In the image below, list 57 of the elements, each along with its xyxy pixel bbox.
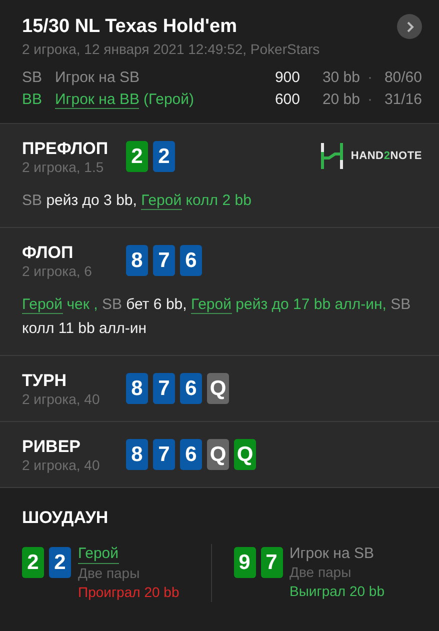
player-stats: 31/16 (383, 90, 422, 110)
separator-dot: · (366, 68, 374, 88)
stack-value: 900 (274, 68, 300, 88)
chevron-right-icon (406, 20, 414, 32)
player-link[interactable]: Герой (190, 296, 232, 314)
street-name: ФЛОП (22, 243, 74, 263)
hand-title: 15/30 NL Texas Hold'em (22, 16, 238, 38)
playing-card: 7 (153, 245, 175, 276)
player-name: Игрок на SB (290, 544, 374, 563)
separator-dot: · (366, 90, 374, 110)
action-line: Герой чек , SB бет 6 bb, Герой рейз до 17 bb алл-ин, SB колл 11 bb алл-ин (22, 295, 412, 339)
h-logo-icon (320, 143, 343, 169)
playing-card: 2 (153, 141, 175, 172)
playing-card: 7 (153, 373, 175, 404)
showdown-title: ШОУДАУН (22, 508, 110, 528)
playing-card: Q (207, 439, 229, 470)
logo-text: HAND2NOTE (350, 150, 422, 162)
hand-rank: Две пары (290, 563, 352, 582)
playing-card: 8 (126, 245, 148, 276)
next-button[interactable] (397, 14, 422, 39)
playing-card: 2 (49, 547, 71, 578)
player-link[interactable]: Герой (141, 192, 182, 210)
hand-rank: Две пары (78, 564, 140, 583)
player-stats: 80/60 (383, 68, 422, 88)
street-name: ТУРН (22, 371, 68, 391)
result-text: Выиграл 20 bb (290, 582, 384, 601)
playing-card: Q (234, 439, 256, 470)
street-info: 2 игрока, 40 (22, 457, 101, 473)
player-name: Игрок на SB (55, 69, 140, 86)
street-name: ПРЕФЛОП (22, 139, 110, 159)
playing-card: 2 (126, 141, 148, 172)
player-link[interactable]: Герой (22, 296, 63, 314)
street-info: 2 игрока, 1.5 (22, 159, 105, 175)
playing-card: 9 (234, 547, 256, 578)
playing-card: 6 (180, 245, 202, 276)
result-text: Проиграл 20 bb (78, 583, 180, 602)
hero-tag: (Герой) (143, 91, 194, 108)
playing-card: Q (207, 373, 229, 404)
playing-card: 2 (22, 547, 44, 578)
street-info: 2 игрока, 40 (22, 391, 101, 407)
position-label: BB (22, 90, 44, 110)
playing-card: 8 (126, 373, 148, 404)
stack-value: 600 (274, 90, 300, 110)
action-line: SB рейз до 3 bb, Герой колл 2 bb (22, 191, 252, 212)
street-name: РИВЕР (22, 437, 82, 457)
hand-subtitle: 2 игрока, 12 января 2021 12:49:52, PokerStars (22, 41, 321, 57)
playing-card: 6 (180, 439, 202, 470)
playing-card: 8 (126, 439, 148, 470)
playing-card: 7 (260, 547, 282, 578)
stack-bb: 20 bb (321, 90, 360, 110)
player-link[interactable]: Игрок на BB (55, 91, 140, 109)
position-label: SB (22, 68, 44, 88)
playing-card: 7 (153, 439, 175, 470)
stack-bb: 30 bb (321, 68, 360, 88)
playing-card: 6 (180, 373, 202, 404)
player-link[interactable]: Герой (78, 544, 119, 564)
street-info: 2 игрока, 6 (22, 263, 93, 279)
